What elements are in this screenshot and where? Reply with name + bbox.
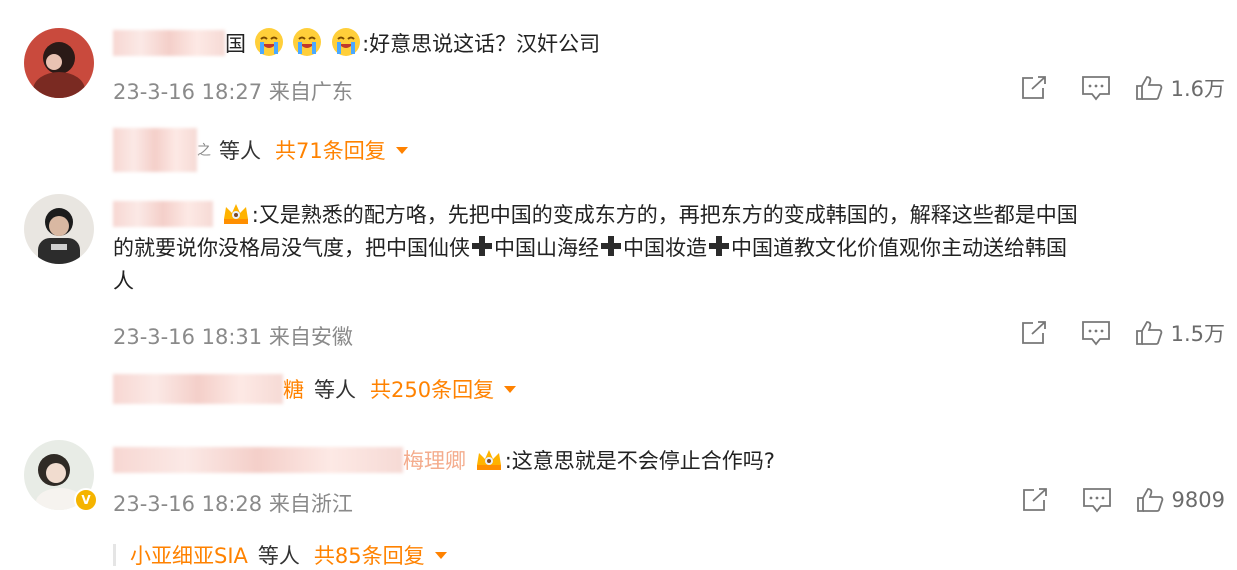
comment-icon: [1082, 488, 1111, 513]
comment-icon: [1081, 76, 1110, 101]
reply-etc: 等人: [314, 378, 356, 402]
share-icon: [1021, 321, 1046, 344]
verified-badge-icon: V: [74, 488, 98, 512]
comment-button[interactable]: [1065, 315, 1127, 351]
share-icon: [1021, 76, 1046, 99]
crown-icon: [213, 203, 252, 227]
comment-meta: 23-3-16 18:31 来自安徽: [113, 325, 353, 349]
laughing-cry-emoji-icon: [323, 28, 362, 56]
reply-summary[interactable]: 小亚细亚SIA 等人 共85条回复: [113, 540, 447, 570]
laughing-cry-emoji-icon: [285, 28, 324, 56]
reply-count-link[interactable]: 共85条回复: [314, 540, 425, 570]
share-icon: [1022, 488, 1047, 511]
username-blurred[interactable]: [113, 201, 213, 227]
reply-user-blurred[interactable]: [113, 374, 283, 404]
comment-body-part: 中国山海经: [494, 236, 599, 260]
comment-icon: [1081, 321, 1110, 346]
like-count: 9809: [1171, 488, 1225, 512]
laughing-cry-emoji-icon: [246, 28, 285, 56]
comment-actions: 1.5万: [1003, 315, 1225, 351]
like-button[interactable]: 9809: [1136, 487, 1225, 513]
comment-text: 梅理卿 :这意思就是不会停止合作吗?: [113, 443, 1223, 478]
comment-body-part: 中国妆造: [623, 236, 707, 260]
thumbs-up-icon: [1136, 488, 1163, 512]
like-count: 1.6万: [1170, 77, 1225, 101]
reply-user-suffix[interactable]: 糖: [283, 374, 304, 404]
like-button[interactable]: 1.5万: [1135, 318, 1225, 348]
share-button[interactable]: [1004, 482, 1066, 518]
comment-button[interactable]: [1065, 70, 1127, 106]
comment-actions: 9809: [1004, 482, 1225, 518]
reply-count-link[interactable]: 共250条回复: [370, 374, 494, 404]
comment-body-part: 中国道教文化价值观你主动送给韩国: [731, 236, 1067, 260]
comment-actions: 1.6万: [1003, 70, 1225, 106]
reply-summary[interactable]: 之等人 共71条回复: [113, 128, 408, 172]
chevron-down-icon[interactable]: [395, 146, 408, 154]
comment-button[interactable]: [1066, 482, 1128, 518]
comment-text: :又是熟悉的配方咯，先把中国的变成东方的，再把东方的变成韩国的，解释这些都是中国…: [113, 197, 1223, 298]
share-button[interactable]: [1003, 70, 1065, 106]
share-button[interactable]: [1003, 315, 1065, 351]
reply-etc: 等人: [219, 139, 261, 163]
reply-count-link[interactable]: 共71条回复: [275, 135, 386, 165]
like-count: 1.5万: [1170, 322, 1225, 346]
username-blurred[interactable]: [113, 447, 403, 473]
comment-body: :这意思就是不会停止合作吗?: [504, 449, 775, 473]
reply-etc: 等人: [257, 544, 300, 568]
cross-icon: [601, 236, 621, 256]
cross-icon: [472, 236, 492, 256]
comment-meta: 23-3-16 18:28 来自浙江: [113, 492, 353, 516]
reply-user-suffix[interactable]: 之: [197, 140, 211, 160]
chevron-down-icon[interactable]: [434, 551, 447, 559]
avatar[interactable]: [24, 194, 94, 264]
username-suffix[interactable]: 国: [225, 32, 246, 56]
thumbs-up-icon: [1135, 76, 1162, 100]
crown-icon: [466, 449, 505, 473]
username-suffix[interactable]: 梅理卿: [403, 449, 466, 473]
reply-user-blurred[interactable]: [113, 128, 197, 172]
chevron-down-icon[interactable]: [504, 385, 517, 393]
comment-meta: 23-3-16 18:27 来自广东: [113, 80, 353, 104]
avatar[interactable]: [24, 28, 94, 98]
reply-summary[interactable]: 糖等人 共250条回复: [113, 374, 517, 404]
cross-icon: [709, 236, 729, 256]
comment-body-part: 的就要说你没格局没气度，把中国仙侠: [113, 236, 470, 260]
comment-text: 国 :好意思说这话？汉奸公司: [113, 26, 1223, 61]
reply-user[interactable]: 小亚细亚SIA: [130, 540, 248, 570]
comment-body: :好意思说这话？汉奸公司: [362, 32, 601, 56]
comment-body-line3: 人: [113, 269, 134, 293]
thumbs-up-icon: [1135, 321, 1162, 345]
like-button[interactable]: 1.6万: [1135, 73, 1225, 103]
username-blurred[interactable]: [113, 30, 225, 56]
comment-body-line1: :又是熟悉的配方咯，先把中国的变成东方的，再把东方的变成韩国的，解释这些都是中国: [251, 203, 1078, 227]
